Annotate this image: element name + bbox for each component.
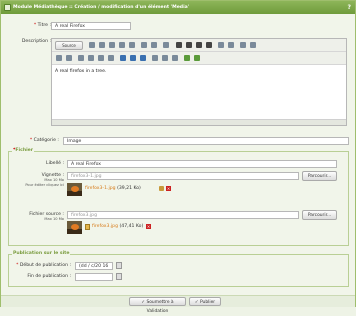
editor-toolbar-1: Source: [52, 39, 346, 52]
vignette-thumbnail: [67, 183, 82, 196]
delete-icon[interactable]: ×: [146, 224, 151, 229]
debut-label: * Début de publication :: [16, 263, 71, 268]
bullet-list-icon[interactable]: [250, 42, 256, 48]
vignette-max-size: Max 10 Mo: [44, 178, 64, 182]
find-icon[interactable]: [163, 42, 169, 48]
vignette-browse-button[interactable]: Parcourir...: [302, 171, 337, 181]
align-justify-icon[interactable]: [108, 55, 114, 61]
cut-icon[interactable]: [89, 42, 95, 48]
window-titlebar: Module Médiathèque :: Création / modific…: [1, 1, 355, 14]
paste-text-icon[interactable]: [119, 42, 125, 48]
subscript-icon[interactable]: [218, 42, 224, 48]
categorie-select[interactable]: Image: [63, 137, 349, 145]
align-right-icon[interactable]: [98, 55, 104, 61]
vignette-edit-hint: Pour éditer cliquez ici: [25, 183, 64, 187]
paste-icon[interactable]: [109, 42, 115, 48]
titre-input[interactable]: A real Firefox: [51, 22, 131, 30]
fin-label: Fin de publication :: [27, 274, 71, 279]
bold-icon[interactable]: [176, 42, 182, 48]
numbered-list-icon[interactable]: [240, 42, 246, 48]
titre-label: * Titre :: [33, 23, 51, 28]
source-file-info: firefox3.jpg (47,41 Ko): [92, 224, 144, 229]
superscript-icon[interactable]: [228, 42, 234, 48]
fin-input[interactable]: [75, 273, 113, 281]
paste-word-icon[interactable]: [129, 42, 135, 48]
align-center-icon[interactable]: [88, 55, 94, 61]
link-icon[interactable]: [120, 55, 126, 61]
module-icon: [4, 4, 11, 11]
file-icon: [85, 224, 90, 230]
rich-text-editor[interactable]: Source A real firefox in a tree.: [51, 38, 347, 126]
horizontal-rule-icon[interactable]: [172, 55, 178, 61]
libelle-input[interactable]: A real Firefox: [67, 160, 337, 168]
source-file-link[interactable]: firefox3.jpg: [92, 224, 118, 229]
source-max-size: Max 10 Mo: [44, 217, 64, 221]
indent-icon[interactable]: [66, 55, 72, 61]
editor-content[interactable]: A real firefox in a tree.: [55, 69, 106, 74]
strike-icon[interactable]: [206, 42, 212, 48]
vignette-file-info: firefox3-1.jpg (39,21 Ko): [85, 186, 141, 191]
image-icon[interactable]: [152, 55, 158, 61]
publish-button[interactable]: ✓ Publier: [189, 297, 221, 306]
source-file-input[interactable]: firefox3.jpg: [67, 211, 299, 219]
unlink-icon[interactable]: [130, 55, 136, 61]
editor-toolbar-2: [52, 52, 346, 65]
delete-icon[interactable]: ×: [166, 186, 171, 191]
undo-icon[interactable]: [141, 42, 147, 48]
copy-icon[interactable]: [99, 42, 105, 48]
anchor-icon[interactable]: [140, 55, 146, 61]
publication-fieldset: [8, 254, 349, 287]
help-icon[interactable]: ?: [348, 1, 351, 14]
publication-legend: Publication sur le site: [12, 251, 71, 256]
media-edit-window: Module Médiathèque :: Création / modific…: [0, 0, 356, 314]
calendar-icon[interactable]: [116, 273, 122, 280]
description-label: Description :: [21, 39, 51, 44]
thumbnail-red-panda: [71, 186, 79, 192]
redo-icon[interactable]: [151, 42, 157, 48]
libelle-label: Libellé :: [46, 161, 64, 166]
calendar-icon[interactable]: [116, 262, 122, 269]
source-button[interactable]: Source: [55, 41, 83, 50]
special-char-icon[interactable]: [194, 55, 200, 61]
underline-icon[interactable]: [196, 42, 202, 48]
source-browse-button[interactable]: Parcourir...: [302, 210, 337, 220]
table-icon[interactable]: [162, 55, 168, 61]
spellcheck-icon[interactable]: [184, 55, 190, 61]
vignette-file-input[interactable]: firefox3-1.jpg: [67, 172, 299, 180]
outdent-icon[interactable]: [56, 55, 62, 61]
edit-icon[interactable]: [159, 186, 164, 191]
editor-resize-handle[interactable]: [52, 119, 346, 125]
submit-validation-button[interactable]: ✓ Soumettre à Validation: [129, 297, 186, 314]
fichier-legend: *Fichier: [12, 148, 35, 153]
source-thumbnail: [67, 221, 82, 234]
debut-input[interactable]: (dd / c/20 16: [75, 262, 113, 270]
thumbnail-red-panda: [71, 224, 79, 230]
align-left-icon[interactable]: [78, 55, 84, 61]
categorie-label: * Catégorie :: [29, 138, 59, 143]
vignette-file-link[interactable]: firefox3-1.jpg: [85, 186, 116, 191]
window-title: Module Médiathèque :: Création / modific…: [13, 5, 190, 10]
italic-icon[interactable]: [186, 42, 192, 48]
